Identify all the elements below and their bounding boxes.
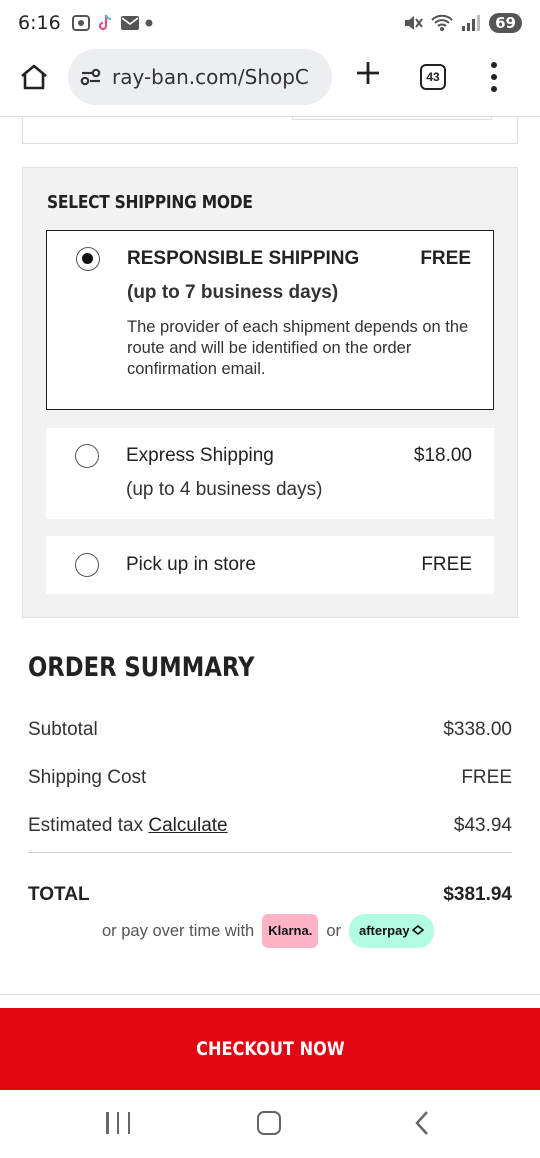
order-summary-title: ORDER SUMMARY xyxy=(28,652,255,683)
system-home-button[interactable] xyxy=(257,1111,281,1135)
afterpay-logo-icon xyxy=(411,924,424,936)
menu-dot xyxy=(491,62,497,68)
mail-icon xyxy=(120,16,139,30)
option-delivery-time: (up to 4 business days) xyxy=(126,479,323,500)
shipping-option-express[interactable]: Express Shipping $18.00 (up to 4 busines… xyxy=(46,428,494,519)
pay-later-text: or pay over time with xyxy=(102,921,255,940)
dot-icon xyxy=(145,19,153,27)
tab-switcher-button[interactable]: 43 xyxy=(420,64,446,90)
shipping-mode-title: SELECT SHIPPING MODE xyxy=(47,192,253,213)
back-icon[interactable] xyxy=(414,1110,430,1136)
plus-icon xyxy=(357,62,379,84)
estimated-tax-value: $43.94 xyxy=(453,815,512,836)
option-price: $18.00 xyxy=(413,445,472,466)
previous-section-card xyxy=(22,116,518,144)
estimated-tax-label: Estimated tax xyxy=(28,815,144,836)
system-navigation-bar xyxy=(0,1092,540,1158)
more-menu-button[interactable] xyxy=(488,62,500,92)
estimated-tax-row: Estimated tax Calculate $43.94 xyxy=(28,815,512,837)
shipping-cost-row: Shipping Cost FREE xyxy=(28,767,512,789)
total-value: $381.94 xyxy=(443,884,512,905)
previous-section-tabs xyxy=(292,116,492,120)
checkout-divider xyxy=(0,994,540,995)
afterpay-badge[interactable]: afterpay xyxy=(348,914,434,948)
estimated-tax-label-group: Estimated tax Calculate xyxy=(28,815,228,837)
recent-apps-bar xyxy=(106,1112,109,1134)
option-price: FREE xyxy=(420,248,471,269)
url-text: ray-ban.com/ShopC xyxy=(112,65,309,89)
option-name: RESPONSIBLE SHIPPING xyxy=(127,248,360,269)
shipping-option-responsible[interactable]: RESPONSIBLE SHIPPING FREE (up to 7 busin… xyxy=(46,230,494,410)
home-button[interactable] xyxy=(16,59,52,95)
shipping-cost-label: Shipping Cost xyxy=(28,767,147,788)
recent-apps-button[interactable] xyxy=(106,1112,130,1134)
notification-icons xyxy=(71,13,153,33)
option-name: Express Shipping xyxy=(126,445,274,466)
option-description: The provider of each shipment depends on… xyxy=(127,318,469,378)
menu-dot xyxy=(491,74,497,80)
option-name: Pick up in store xyxy=(126,554,256,575)
or-text: or xyxy=(326,921,341,940)
subtotal-value: $338.00 xyxy=(443,719,512,740)
screenshot-icon xyxy=(71,15,90,31)
checkout-now-button[interactable]: CHECKOUT NOW xyxy=(0,1008,540,1090)
browser-toolbar: ray-ban.com/ShopC 43 xyxy=(0,46,540,108)
shipping-option-pickup[interactable]: Pick up in store FREE xyxy=(46,536,494,594)
option-price: FREE xyxy=(421,554,472,575)
option-delivery-time: (up to 7 business days) xyxy=(127,282,339,303)
summary-divider xyxy=(28,852,512,853)
recent-apps-bar xyxy=(116,1112,120,1134)
radio-responsible[interactable] xyxy=(76,247,100,271)
tiktok-icon xyxy=(98,14,111,31)
recent-apps-bar xyxy=(127,1112,130,1134)
new-tab-button[interactable] xyxy=(350,59,386,95)
radio-express[interactable] xyxy=(75,444,99,468)
site-settings-icon[interactable] xyxy=(80,67,102,87)
status-bar: 6:16 69 xyxy=(0,0,540,46)
total-row: TOTAL $381.94 xyxy=(28,884,512,906)
checkout-label: CHECKOUT NOW xyxy=(195,1038,345,1060)
shipping-mode-section: SELECT SHIPPING MODE RESPONSIBLE SHIPPIN… xyxy=(22,167,518,618)
status-time: 6:16 xyxy=(18,12,61,34)
radio-pickup[interactable] xyxy=(75,553,99,577)
address-bar[interactable]: ray-ban.com/ShopC xyxy=(68,49,332,105)
wifi-icon xyxy=(431,14,453,31)
subtotal-label: Subtotal xyxy=(28,719,98,740)
total-label: TOTAL xyxy=(28,884,90,905)
subtotal-row: Subtotal $338.00 xyxy=(28,719,512,741)
afterpay-label: afterpay xyxy=(358,923,410,938)
signal-icon xyxy=(462,15,481,31)
menu-dot xyxy=(491,86,497,92)
klarna-badge[interactable]: Klarna. xyxy=(262,914,319,948)
shipping-cost-value: FREE xyxy=(461,767,512,788)
system-status-icons: 69 xyxy=(403,13,522,33)
mute-icon xyxy=(405,16,423,30)
pay-later-options: or pay over time with Klarna. or afterpa… xyxy=(102,914,434,948)
calculate-tax-link[interactable]: Calculate xyxy=(148,815,227,836)
battery-level: 69 xyxy=(489,13,522,33)
home-icon xyxy=(21,64,47,90)
